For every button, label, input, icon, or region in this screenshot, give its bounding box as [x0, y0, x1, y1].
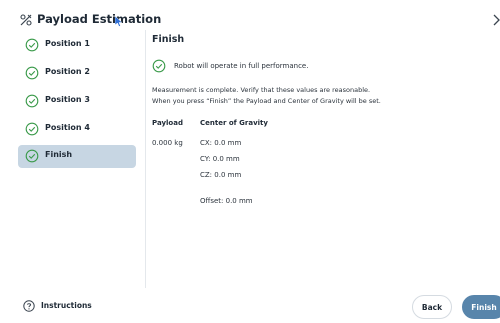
check-circle-icon [25, 94, 39, 108]
step-position-3[interactable]: Position 3 [18, 90, 136, 113]
payload-header: Payload [152, 119, 183, 127]
check-circle-icon [25, 38, 39, 52]
cog-cx-value: CX: 0.0 mm [200, 139, 242, 147]
payload-value: 0.000 kg [152, 139, 183, 147]
back-button[interactable]: Back [412, 295, 452, 319]
step-position-4[interactable]: Position 4 [18, 118, 136, 141]
step-label: Position 1 [45, 39, 90, 48]
check-circle-icon [25, 122, 39, 136]
step-finish[interactable]: Finish [18, 145, 136, 168]
step-label: Position 3 [45, 95, 90, 104]
check-circle-icon [152, 59, 166, 73]
step-position-2[interactable]: Position 2 [18, 62, 136, 85]
panel-divider [145, 30, 146, 288]
mouse-cursor-icon [115, 16, 123, 27]
check-circle-icon [25, 66, 39, 80]
section-title: Finish [152, 34, 185, 45]
dialog-header: Payload Estimation [0, 0, 500, 30]
step-position-1[interactable]: Position 1 [18, 34, 136, 57]
cog-header: Center of Gravity [200, 119, 268, 127]
cog-cz-value: CZ: 0.0 mm [200, 171, 242, 179]
cog-cy-value: CY: 0.0 mm [200, 155, 240, 163]
chevron-right-icon[interactable] [492, 14, 500, 26]
step-label: Finish [45, 150, 73, 159]
payload-scale-icon [20, 14, 32, 26]
check-circle-icon [25, 149, 39, 163]
status-message: Robot will operate in full performance. [174, 62, 309, 70]
finish-button[interactable]: Finish [462, 295, 500, 319]
completion-message-line-2: When you press “Finish” the Payload and … [152, 97, 381, 105]
dialog-title: Payload Estimation [37, 12, 162, 26]
instructions-link[interactable]: Instructions [41, 301, 92, 310]
offset-value: Offset: 0.0 mm [200, 197, 253, 205]
step-label: Position 4 [45, 123, 90, 132]
completion-message-line-1: Measurement is complete. Verify that the… [152, 86, 371, 94]
help-circle-icon[interactable] [23, 300, 35, 312]
step-label: Position 2 [45, 67, 90, 76]
